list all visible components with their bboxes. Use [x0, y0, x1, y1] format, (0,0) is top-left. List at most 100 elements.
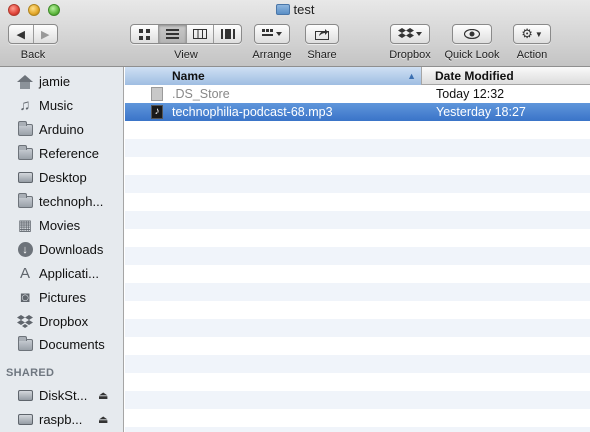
downloads-icon: ↓ [17, 242, 33, 258]
sidebar-item-label: DiskSt... [39, 388, 88, 403]
network-disk-icon [17, 412, 33, 428]
finder-window: test ◀ ▶ Back View Arrange Share Dropbox… [0, 0, 590, 432]
view-mode-group [130, 24, 242, 44]
action-button[interactable]: ⚙ ▼ [513, 24, 551, 44]
column-header-name[interactable]: Name ▲ [125, 67, 422, 85]
quick-look-button-face[interactable] [453, 25, 491, 43]
list-view-icon [165, 29, 179, 39]
window-title-text: test [293, 2, 315, 17]
coverflow-view-button[interactable] [214, 25, 241, 43]
column-header-name-label: Name [172, 69, 205, 83]
sidebar-item-label: raspb... [39, 412, 83, 427]
network-disk-icon [17, 388, 33, 404]
folder-icon [275, 4, 290, 15]
sidebar-item-jamie[interactable]: jamie [0, 70, 123, 93]
eject-icon[interactable]: ⏏ [98, 389, 108, 402]
document-icon [151, 87, 163, 101]
sidebar-item-label: Documents [39, 337, 105, 352]
back-forward-group: ◀ ▶ [8, 24, 58, 44]
sidebar-item-label: Reference [39, 146, 99, 161]
folder-icon [17, 192, 33, 210]
gear-icon: ⚙ [521, 26, 533, 41]
view-label: View [174, 49, 198, 61]
sidebar-item-pictures[interactable]: ◙ Pictures [0, 286, 123, 309]
sidebar-heading-shared: SHARED [6, 367, 55, 379]
file-date-modified: Yesterday 18:27 [436, 105, 526, 119]
sidebar-item-movies[interactable]: ▦ Movies [0, 214, 123, 237]
share-button-face[interactable] [306, 25, 338, 43]
sidebar-item-reference[interactable]: Reference [0, 142, 123, 165]
back-label: Back [20, 49, 46, 61]
sidebar-item-applications[interactable]: A Applicati... [0, 262, 123, 285]
sidebar-item-arduino[interactable]: Arduino [0, 118, 123, 141]
sidebar-item-label: Downloads [39, 242, 104, 257]
column-view-button[interactable] [187, 25, 215, 43]
eject-icon[interactable]: ⏏ [98, 413, 108, 426]
chevron-down-icon: ▼ [534, 29, 543, 39]
quick-look-button[interactable] [452, 24, 492, 44]
sidebar-item-documents[interactable]: Documents [0, 333, 123, 356]
arrange-button[interactable] [254, 24, 290, 44]
icon-view-icon [138, 28, 150, 40]
file-row[interactable]: .DS_Store Today 12:32 [125, 85, 590, 103]
sidebar-item-label: Desktop [39, 170, 87, 185]
sidebar-item-dropbox[interactable]: Dropbox [0, 310, 123, 333]
sidebar-item-label: Arduino [39, 122, 84, 137]
sidebar-item-downloads[interactable]: ↓ Downloads [0, 238, 123, 261]
dropbox-button[interactable] [390, 24, 430, 44]
file-list: Name ▲ Date Modified .DS_Store Today 12:… [125, 67, 590, 432]
sidebar-item-music[interactable]: ♫ Music [0, 94, 123, 117]
share-icon [315, 29, 329, 40]
sidebar-item-desktop[interactable]: Desktop [0, 166, 123, 189]
file-row[interactable]: ♪ technophilia-podcast-68.mp3 Yesterday … [125, 103, 590, 121]
column-header-date-modified[interactable]: Date Modified [422, 67, 590, 84]
dropbox-icon [398, 28, 422, 38]
sidebar-item-label: Dropbox [39, 314, 89, 329]
sort-ascending-icon: ▲ [407, 71, 416, 81]
back-arrow-icon: ◀ [16, 28, 25, 41]
folder-icon [17, 144, 33, 162]
folder-icon [17, 335, 33, 353]
share-button[interactable] [305, 24, 339, 44]
sidebar-item-diskstation[interactable]: DiskSt... ⏏ [0, 384, 123, 407]
forward-button[interactable]: ▶ [34, 25, 58, 43]
file-name: .DS_Store [172, 87, 230, 101]
quick-look-label: Quick Look [444, 49, 500, 61]
movies-icon: ▦ [17, 216, 33, 234]
list-view-button[interactable] [158, 25, 187, 43]
sidebar-item-raspberry[interactable]: raspb... ⏏ [0, 408, 123, 431]
arrange-label: Arrange [252, 49, 292, 61]
window-title: test [0, 2, 590, 17]
action-label: Action [516, 49, 548, 61]
file-name: technophilia-podcast-68.mp3 [172, 105, 333, 119]
desktop-icon [17, 170, 33, 186]
folder-icon [17, 120, 33, 138]
music-icon: ♫ [19, 96, 31, 114]
dropbox-icon [17, 314, 33, 330]
arrange-button-face[interactable] [255, 25, 289, 43]
camera-icon: ◙ [20, 288, 30, 306]
sidebar-item-label: Applicati... [39, 266, 99, 281]
coverflow-view-icon [220, 29, 235, 39]
home-icon [17, 74, 33, 90]
sidebar-item-technophilia[interactable]: technoph... [0, 190, 123, 213]
share-label: Share [307, 49, 337, 61]
forward-arrow-icon: ▶ [41, 28, 50, 41]
sidebar-item-label: jamie [39, 74, 71, 89]
sidebar-item-label: technoph... [39, 194, 104, 209]
sidebar-item-label: Music [39, 98, 73, 113]
mp3-icon: ♪ [151, 105, 163, 119]
arrange-grid-icon [262, 29, 282, 36]
sidebar: jamie ♫ Music Arduino Reference Desktop … [0, 67, 124, 432]
toolbar: test ◀ ▶ Back View Arrange Share Dropbox… [0, 0, 590, 67]
sidebar-item-label: Pictures [39, 290, 86, 305]
column-view-icon [192, 29, 207, 39]
action-button-face[interactable]: ⚙ ▼ [514, 25, 550, 43]
sidebar-item-label: Movies [39, 218, 81, 233]
column-header: Name ▲ Date Modified [125, 67, 590, 85]
dropbox-button-face[interactable] [391, 25, 429, 43]
back-button[interactable]: ◀ [9, 25, 34, 43]
icon-view-button[interactable] [131, 25, 159, 43]
dropbox-label: Dropbox [389, 49, 431, 61]
eye-icon [464, 29, 480, 39]
